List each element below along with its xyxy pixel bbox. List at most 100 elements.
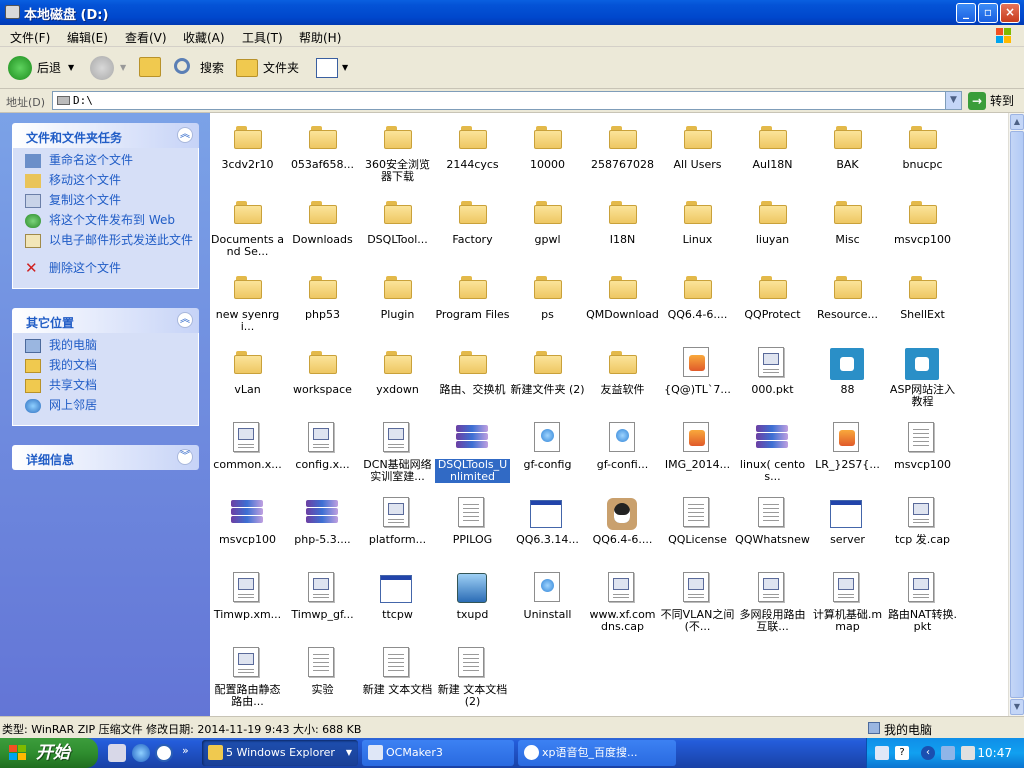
title-bar[interactable]: 本地磁盘 (D:) _ ▫ ×: [0, 0, 1024, 25]
folder-item[interactable]: 10000: [510, 117, 585, 192]
keyboard-icon[interactable]: [875, 746, 889, 760]
expand-icon[interactable]: ︾: [177, 449, 193, 465]
folder-item[interactable]: 3cdv2r10: [210, 117, 285, 192]
folder-item[interactable]: php53: [285, 267, 360, 342]
file-item[interactable]: 新建 文本文档: [360, 642, 435, 717]
file-item[interactable]: QQ6.4-6....: [585, 492, 660, 567]
views-button[interactable]: ▼: [316, 55, 352, 81]
file-item[interactable]: IMG_2014...: [660, 417, 735, 492]
scroll-down-button[interactable]: ▼: [1010, 699, 1024, 715]
minimize-button[interactable]: _: [956, 3, 976, 23]
scroll-up-button[interactable]: ▲: [1010, 114, 1024, 130]
file-item[interactable]: php-5.3....: [285, 492, 360, 567]
folder-item[interactable]: 友益软件: [585, 342, 660, 417]
folder-item[interactable]: Program Files: [435, 267, 510, 342]
folder-item[interactable]: bnucpc: [885, 117, 960, 192]
folder-item[interactable]: Downloads: [285, 192, 360, 267]
menu-favorites[interactable]: 收藏(A): [183, 29, 225, 46]
address-input[interactable]: D:\ ▼: [52, 91, 962, 110]
taskbar-explorer-group[interactable]: 5 Windows Explorer ▼: [202, 740, 358, 766]
menu-file[interactable]: 文件(F): [10, 29, 50, 46]
folder-item[interactable]: Misc: [810, 192, 885, 267]
file-item[interactable]: 000.pkt: [735, 342, 810, 417]
file-item[interactable]: ttcpw: [360, 567, 435, 642]
network-tray-icon[interactable]: [941, 746, 955, 760]
task-publish-web[interactable]: 将这个文件发布到 Web: [13, 214, 198, 234]
file-item[interactable]: 多网段用路由互联...: [735, 567, 810, 642]
folder-item[interactable]: Documents and Se...: [210, 192, 285, 267]
file-item[interactable]: 不同VLAN之间(不...: [660, 567, 735, 642]
file-item[interactable]: Timwp_gf...: [285, 567, 360, 642]
menu-edit[interactable]: 编辑(E): [67, 29, 108, 46]
go-button[interactable]: → 转到: [968, 91, 1020, 111]
task-delete[interactable]: ✕ 删除这个文件: [13, 261, 198, 282]
file-item[interactable]: tcp 发.cap: [885, 492, 960, 567]
maximize-button[interactable]: ▫: [978, 3, 998, 23]
file-item[interactable]: msvcp100: [210, 492, 285, 567]
help-icon[interactable]: ?: [895, 746, 909, 760]
taskbar-ocmaker[interactable]: OCMaker3: [362, 740, 514, 766]
menu-help[interactable]: 帮助(H): [299, 29, 341, 46]
folder-item[interactable]: 360安全浏览器下载: [360, 117, 435, 192]
address-dropdown-button[interactable]: ▼: [945, 92, 961, 109]
file-item[interactable]: gf-confi...: [585, 417, 660, 492]
folder-item[interactable]: vLan: [210, 342, 285, 417]
show-desktop-icon[interactable]: [108, 744, 126, 762]
file-item[interactable]: 配置路由静态路由...: [210, 642, 285, 717]
file-item[interactable]: QQWhatsnew: [735, 492, 810, 567]
file-item[interactable]: server: [810, 492, 885, 567]
folder-item[interactable]: ShellExt: [885, 267, 960, 342]
file-item[interactable]: txupd: [435, 567, 510, 642]
place-shared-documents[interactable]: 共享文档: [13, 379, 198, 399]
folder-item[interactable]: DSQLTool...: [360, 192, 435, 267]
sogou-icon[interactable]: [155, 744, 173, 762]
folder-item[interactable]: QMDownload: [585, 267, 660, 342]
folder-item[interactable]: 2144cycs: [435, 117, 510, 192]
file-item[interactable]: 计算机基础.mmap: [810, 567, 885, 642]
file-item[interactable]: gf-config: [510, 417, 585, 492]
other-places-header[interactable]: 其它位置 ︽: [12, 308, 199, 333]
folder-item[interactable]: AuI18N: [735, 117, 810, 192]
file-item[interactable]: LR_}2S7{...: [810, 417, 885, 492]
folder-item[interactable]: 053af658...: [285, 117, 360, 192]
taskbar-browser[interactable]: xp语音包_百度搜...: [518, 740, 676, 766]
file-item[interactable]: DCN基础网络实训室建...: [360, 417, 435, 492]
file-item[interactable]: 实验: [285, 642, 360, 717]
search-button[interactable]: 搜索: [172, 55, 228, 81]
folder-item[interactable]: workspace: [285, 342, 360, 417]
folder-item[interactable]: 新建文件夹 (2): [510, 342, 585, 417]
file-item[interactable]: DSQLTools_Unlimited: [435, 417, 510, 492]
file-item[interactable]: PPILOG: [435, 492, 510, 567]
file-item[interactable]: 88: [810, 342, 885, 417]
folder-item[interactable]: gpwl: [510, 192, 585, 267]
quicklaunch-overflow-icon[interactable]: »: [182, 744, 189, 757]
folder-item[interactable]: Plugin: [360, 267, 435, 342]
tray-expand-icon[interactable]: ‹: [921, 746, 935, 760]
menu-view[interactable]: 查看(V): [125, 29, 167, 46]
task-move[interactable]: 移动这个文件: [13, 174, 198, 194]
file-item[interactable]: ASP网站注入教程: [885, 342, 960, 417]
task-rename[interactable]: 重命名这个文件: [13, 154, 198, 174]
folder-item[interactable]: Linux: [660, 192, 735, 267]
collapse-icon[interactable]: ︽: [177, 127, 193, 143]
task-copy[interactable]: 复制这个文件: [13, 194, 198, 214]
start-button[interactable]: 开始: [0, 738, 98, 768]
folder-item[interactable]: QQ6.4-6....: [660, 267, 735, 342]
collapse-icon[interactable]: ︽: [177, 312, 193, 328]
file-item[interactable]: msvcp100: [885, 417, 960, 492]
folder-item[interactable]: ps: [510, 267, 585, 342]
folder-item[interactable]: msvcp100: [885, 192, 960, 267]
folder-item[interactable]: yxdown: [360, 342, 435, 417]
file-item[interactable]: 路由NAT转换.pkt: [885, 567, 960, 642]
place-network[interactable]: 网上邻居: [13, 399, 198, 419]
file-item[interactable]: common.x...: [210, 417, 285, 492]
file-item[interactable]: 新建 文本文档 (2): [435, 642, 510, 717]
file-item[interactable]: QQ6.3.14...: [510, 492, 585, 567]
forward-dropdown-icon[interactable]: ▼: [120, 55, 126, 81]
clock[interactable]: 10:47: [977, 746, 1012, 760]
folder-item[interactable]: new syenrgi...: [210, 267, 285, 342]
folder-item[interactable]: Resource...: [810, 267, 885, 342]
folder-item[interactable]: QQProtect: [735, 267, 810, 342]
forward-button[interactable]: ▼: [88, 55, 128, 81]
close-button[interactable]: ×: [1000, 3, 1020, 23]
